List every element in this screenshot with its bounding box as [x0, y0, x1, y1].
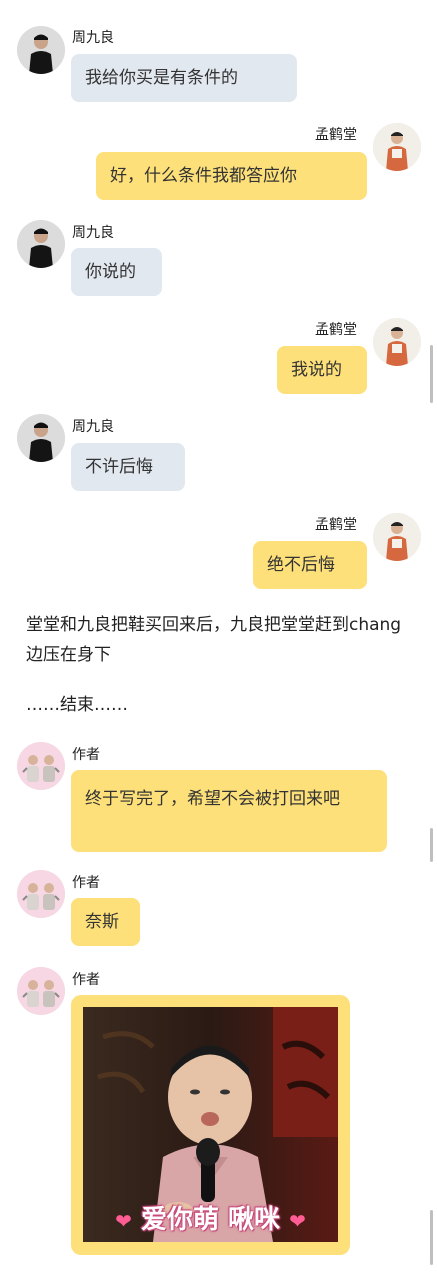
sender-name: 作者 — [72, 972, 100, 988]
sticker-message[interactable]: ❤ 爱你萌 啾咪 ❤ — [71, 995, 350, 1255]
avatar-author[interactable] — [17, 967, 65, 1015]
sticker-caption-text: 爱你萌 啾咪 — [140, 1205, 281, 1235]
narration-ending: ……结束…… — [26, 695, 128, 715]
sender-name: 周九良 — [72, 30, 114, 46]
message-bubble[interactable]: 绝不后悔 — [253, 541, 367, 589]
sender-name: 孟鹤堂 — [315, 517, 357, 533]
scrollbar-thumb[interactable] — [430, 1210, 433, 1265]
scrollbar-thumb[interactable] — [430, 828, 433, 862]
heart-icon: ❤ — [289, 1209, 306, 1233]
sender-name: 作者 — [72, 747, 100, 763]
avatar-zhou[interactable] — [17, 26, 65, 74]
message-bubble[interactable]: 终于写完了，希望不会被打回来吧 — [71, 770, 387, 852]
sender-name: 孟鹤堂 — [315, 127, 357, 143]
sender-name: 周九良 — [72, 225, 114, 241]
avatar-author[interactable] — [17, 742, 65, 790]
message-bubble[interactable]: 奈斯 — [71, 898, 140, 946]
sender-name: 作者 — [72, 875, 100, 891]
avatar-meng[interactable] — [373, 123, 421, 171]
message-bubble[interactable]: 好，什么条件我都答应你 — [96, 152, 367, 200]
message-bubble[interactable]: 我给你买是有条件的 — [71, 54, 297, 102]
sticker-caption: ❤ 爱你萌 啾咪 ❤ — [83, 1199, 338, 1236]
message-bubble[interactable]: 我说的 — [277, 346, 367, 394]
avatar-meng[interactable] — [373, 513, 421, 561]
narration-text: 堂堂和九良把鞋买回来后，九良把堂堂赶到chang边压在身下 — [26, 615, 402, 665]
message-bubble[interactable]: 你说的 — [71, 248, 162, 296]
scrollbar-thumb[interactable] — [430, 345, 433, 403]
avatar-zhou[interactable] — [17, 220, 65, 268]
avatar-zhou[interactable] — [17, 414, 65, 462]
message-bubble[interactable]: 不许后悔 — [71, 443, 185, 491]
heart-icon: ❤ — [115, 1209, 132, 1233]
avatar-meng[interactable] — [373, 318, 421, 366]
sender-name: 周九良 — [72, 419, 114, 435]
sticker-image: ❤ 爱你萌 啾咪 ❤ — [83, 1007, 338, 1242]
sender-name: 孟鹤堂 — [315, 322, 357, 338]
avatar-author[interactable] — [17, 870, 65, 918]
